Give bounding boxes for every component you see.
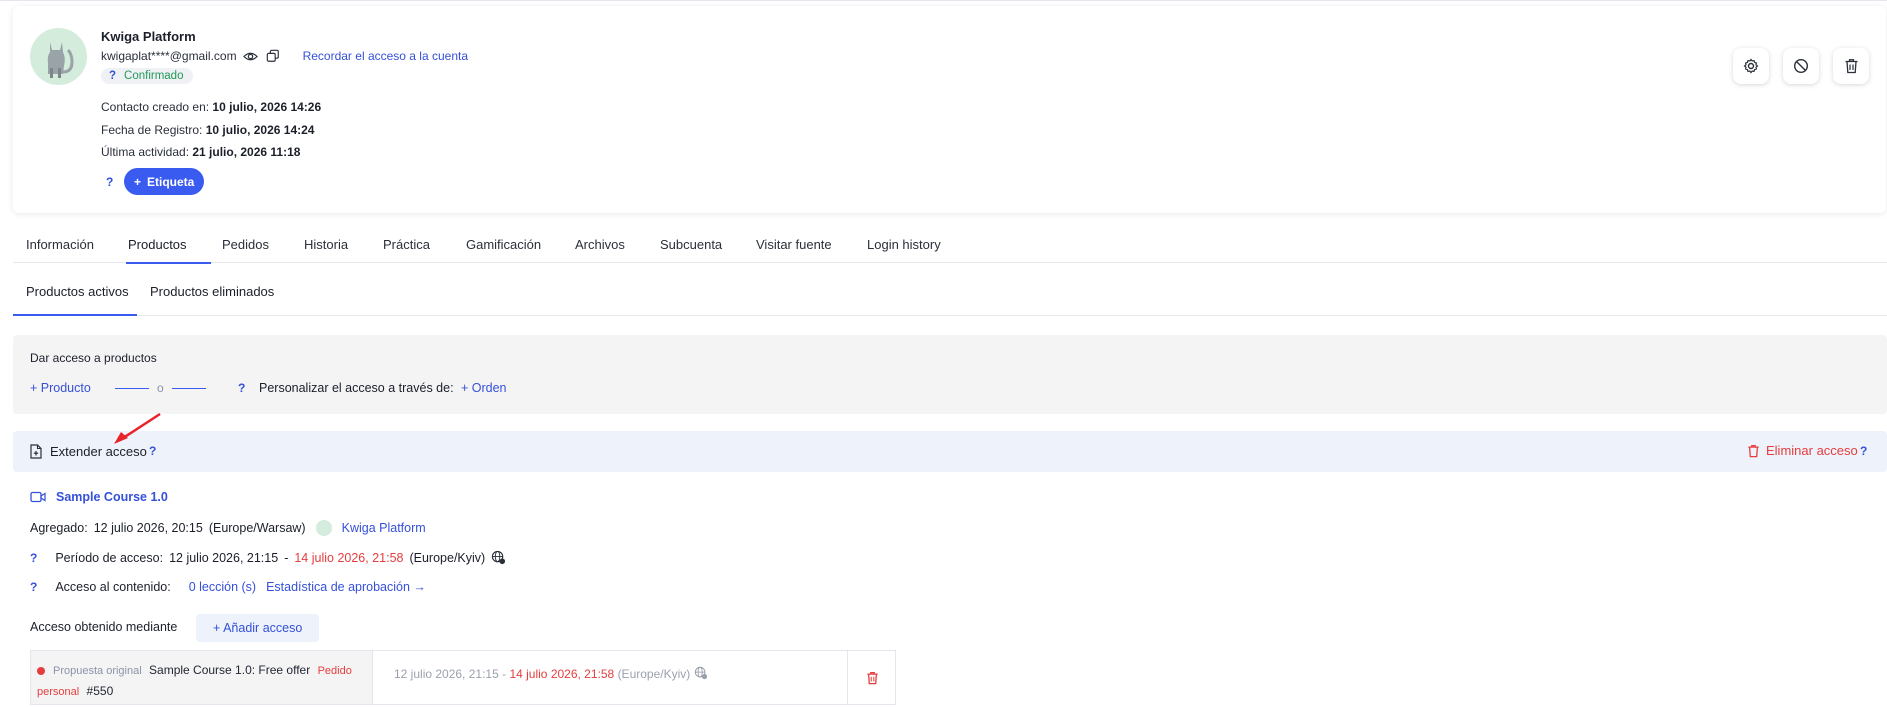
delete-access-help-icon[interactable]: ? xyxy=(1860,444,1867,458)
status-help-icon[interactable]: ? xyxy=(109,70,116,82)
top-divider xyxy=(0,0,1887,1)
block-button[interactable] xyxy=(1783,48,1819,84)
obtained-label: Acceso obtenido mediante xyxy=(30,620,178,634)
order-number[interactable]: #550 xyxy=(87,684,114,698)
last-activity: Última actividad: 21 julio, 2026 11:18 xyxy=(101,145,301,159)
tab-pedidos[interactable]: Pedidos xyxy=(222,233,269,263)
grant-access-panel: Dar acceso a productos + Producto o ? Pe… xyxy=(13,335,1887,414)
product-subtabs: Productos activos Productos eliminados xyxy=(13,277,1887,316)
tag-help-icon[interactable]: ? xyxy=(106,175,113,189)
trash-icon xyxy=(1845,59,1857,74)
add-access-button[interactable]: + Añadir acceso xyxy=(196,614,320,642)
offer-tag: Propuesta original xyxy=(53,665,142,677)
block-icon xyxy=(1793,58,1809,74)
avatar xyxy=(30,28,87,85)
course-title-link[interactable]: Sample Course 1.0 xyxy=(56,490,168,504)
status-badge: ? Confirmado xyxy=(101,68,194,84)
delete-access-button[interactable]: Eliminar acceso xyxy=(1747,443,1858,458)
extend-help-icon[interactable]: ? xyxy=(149,444,156,458)
period-help-icon[interactable]: ? xyxy=(30,551,37,565)
table-row: Propuesta original Sample Course 1.0: Fr… xyxy=(31,651,373,704)
profile-card: Kwiga Platform kwigaplat****@gmail.com R… xyxy=(13,6,1886,213)
trash-icon xyxy=(1748,444,1759,457)
access-period-row: ? Período de acceso: 12 julio 2026, 21:1… xyxy=(30,550,506,565)
approval-stats-link[interactable]: Estadística de aprobación → xyxy=(266,580,426,594)
customize-label: Personalizar el acceso a través de: xyxy=(259,381,454,395)
period-end: 14 julio 2026, 21:58 xyxy=(294,550,404,565)
status-text: Confirmado xyxy=(124,70,184,82)
extend-access-bar: Extender acceso ? Eliminar acceso ? xyxy=(13,431,1887,472)
tab-productos[interactable]: Productos xyxy=(128,233,187,263)
grant-title: Dar acceso a productos xyxy=(30,351,157,365)
tab-login-history[interactable]: Login history xyxy=(867,233,941,263)
remind-access-link[interactable]: Recordar el acceso a la cuenta xyxy=(303,49,468,63)
content-access-row: ? Acceso al contenido: 0 lección (s) Est… xyxy=(30,580,426,594)
subtab-active-products[interactable]: Productos activos xyxy=(26,284,129,299)
customize-help-icon[interactable]: ? xyxy=(238,381,245,395)
offer-name[interactable]: Sample Course 1.0: Free offer xyxy=(149,663,310,677)
delete-contact-button[interactable] xyxy=(1833,48,1869,84)
course-title-row: Sample Course 1.0 xyxy=(30,490,168,504)
copy-icon[interactable] xyxy=(265,48,281,64)
tab-gamificacion[interactable]: Gamificación xyxy=(466,233,541,263)
added-by-avatar xyxy=(315,520,332,536)
tab-historia[interactable]: Historia xyxy=(304,233,348,263)
add-order-link[interactable]: + Orden xyxy=(461,381,507,395)
delete-access-row-button[interactable] xyxy=(849,651,896,704)
email-row: kwigaplat****@gmail.com Recordar el acce… xyxy=(101,48,468,64)
access-table: Propuesta original Sample Course 1.0: Fr… xyxy=(30,650,896,705)
add-product-link[interactable]: + Producto xyxy=(30,381,91,395)
content-help-icon[interactable]: ? xyxy=(30,580,37,594)
added-row: Agregado: 12 julio 2026, 20:15 (Europe/W… xyxy=(30,520,426,536)
gear-icon xyxy=(1743,58,1759,74)
subtab-deleted-products[interactable]: Productos eliminados xyxy=(150,284,274,299)
document-plus-icon[interactable] xyxy=(29,444,43,459)
main-tabs: Información Productos Pedidos Historia P… xyxy=(13,233,1887,264)
tab-subcuenta[interactable]: Subcuenta xyxy=(660,233,722,263)
contact-email: kwigaplat****@gmail.com xyxy=(101,49,237,63)
tab-visitar-fuente[interactable]: Visitar fuente xyxy=(756,233,832,263)
access-dates-cell: 12 julio 2026, 21:15 - 14 julio 2026, 21… xyxy=(374,651,848,704)
active-subtab-indicator xyxy=(13,314,137,316)
video-icon xyxy=(30,491,46,503)
status-dot xyxy=(37,666,45,675)
globe-settings-icon[interactable] xyxy=(491,550,506,565)
eye-icon[interactable] xyxy=(243,48,259,64)
contact-name: Kwiga Platform xyxy=(101,29,196,44)
registered-at: Fecha de Registro: 10 julio, 2026 14:24 xyxy=(101,123,315,137)
trash-icon xyxy=(867,671,878,684)
extend-access-button[interactable]: Extender acceso xyxy=(50,444,147,459)
tab-practica[interactable]: Práctica xyxy=(383,233,430,263)
active-tab-indicator xyxy=(126,262,211,264)
globe-settings-icon xyxy=(694,666,707,680)
add-tag-button[interactable]: + Etiqueta xyxy=(124,168,205,195)
lessons-link[interactable]: 0 lección (s) xyxy=(189,580,256,594)
tab-archivos[interactable]: Archivos xyxy=(575,233,625,263)
settings-button[interactable] xyxy=(1733,48,1769,84)
created-at: Contacto creado en: 10 julio, 2026 14:26 xyxy=(101,100,322,114)
added-by-link[interactable]: Kwiga Platform xyxy=(342,521,426,535)
or-separator: o xyxy=(115,381,206,395)
tab-informacion[interactable]: Información xyxy=(26,233,94,263)
plus-icon: + xyxy=(134,174,142,189)
